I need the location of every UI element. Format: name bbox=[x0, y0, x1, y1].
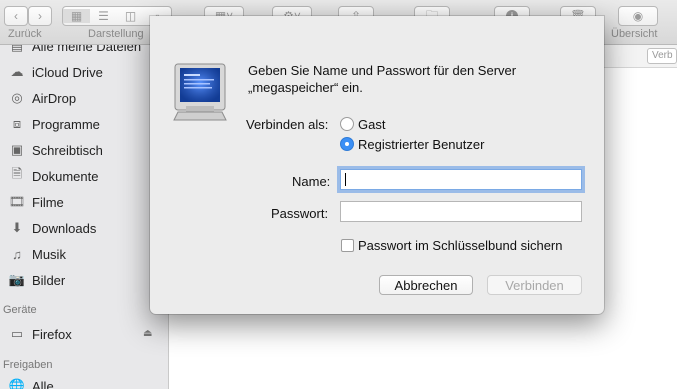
music-icon: ♫ bbox=[12, 246, 22, 262]
message-line-1: Geben Sie Name und Passwort für den Serv… bbox=[248, 63, 517, 78]
list-view-icon[interactable]: ☰ bbox=[90, 9, 117, 23]
devices-header: Geräte bbox=[3, 304, 37, 316]
name-label: Name: bbox=[292, 174, 331, 189]
drive-icon: ▭ bbox=[10, 326, 24, 341]
connect-as-button[interactable]: Verb bbox=[647, 48, 677, 64]
dialog-message: Geben Sie Name und Passwort für den Serv… bbox=[248, 62, 578, 96]
cloud-icon: ☁ bbox=[10, 64, 24, 79]
radio-registered-label[interactable]: Registrierter Benutzer bbox=[358, 137, 484, 152]
sidebar-item-all-files[interactable]: ▤ Alle meine Dateien bbox=[8, 45, 141, 56]
forward-button[interactable]: › bbox=[28, 6, 52, 26]
eye-icon: ◉ bbox=[632, 9, 644, 23]
connect-as-label: Verbinden als: bbox=[246, 117, 329, 132]
sidebar-item-alle[interactable]: 🌐 Alle bbox=[8, 376, 54, 389]
download-icon: ⬇ bbox=[11, 220, 23, 235]
server-monitor-icon bbox=[172, 62, 228, 124]
radio-guest-label[interactable]: Gast bbox=[358, 117, 385, 132]
sidebar-item-programme[interactable]: ⧈ Programme bbox=[8, 114, 100, 134]
sidebar-item-label: AirDrop bbox=[32, 90, 77, 106]
quicklook-button[interactable]: ◉ bbox=[618, 6, 658, 26]
sidebar-item-filme[interactable]: 🎞 Filme bbox=[8, 192, 64, 212]
server-login-dialog: Geben Sie Name und Passwort für den Serv… bbox=[150, 16, 604, 314]
sidebar-item-label: Programme bbox=[32, 116, 100, 132]
text-caret bbox=[345, 173, 346, 186]
sidebar-item-bilder[interactable]: 📷 Bilder bbox=[8, 270, 65, 290]
eject-icon[interactable]: ⏏ bbox=[143, 328, 152, 339]
sidebar-item-downloads[interactable]: ⬇ Downloads bbox=[8, 218, 97, 238]
view-label: Darstellung bbox=[88, 28, 144, 40]
film-icon: 🎞 bbox=[8, 194, 26, 209]
sidebar-item-label: Alle meine Dateien bbox=[32, 45, 142, 54]
back-button[interactable]: ‹ bbox=[4, 6, 28, 26]
sidebar-item-label: Downloads bbox=[32, 220, 97, 236]
sidebar-item-firefox[interactable]: ▭ Firefox bbox=[8, 324, 72, 344]
shares-header: Freigaben bbox=[3, 359, 53, 371]
back-label: Zurück bbox=[8, 28, 42, 40]
icon-view-icon[interactable]: ▦ bbox=[63, 9, 90, 23]
radio-guest[interactable] bbox=[340, 117, 354, 131]
sidebar-item-dokumente[interactable]: 🗎 Dokumente bbox=[8, 166, 99, 186]
radio-registered-user[interactable] bbox=[340, 137, 354, 151]
overview-label: Übersicht bbox=[611, 28, 658, 40]
sidebar-item-label: Dokumente bbox=[32, 168, 99, 184]
applications-icon: ⧈ bbox=[12, 116, 22, 131]
sidebar-item-label: Alle bbox=[32, 378, 54, 389]
connect-button[interactable]: Verbinden bbox=[487, 275, 582, 295]
sidebar-item-musik[interactable]: ♫ Musik bbox=[8, 244, 66, 264]
sidebar-item-label: Musik bbox=[32, 246, 66, 262]
sidebar-item-schreibtisch[interactable]: ▣ Schreibtisch bbox=[8, 140, 103, 160]
sidebar: ▤ Alle meine Dateien ☁ iCloud Drive ◎ Ai… bbox=[0, 45, 169, 389]
sidebar-item-label: iCloud Drive bbox=[32, 64, 103, 80]
airdrop-icon: ◎ bbox=[11, 90, 23, 105]
keychain-label[interactable]: Passwort im Schlüsselbund sichern bbox=[358, 238, 562, 253]
cancel-button[interactable]: Abbrechen bbox=[379, 275, 473, 295]
sidebar-item-label: Bilder bbox=[32, 272, 66, 288]
message-line-2: „megaspeicher“ ein. bbox=[248, 80, 363, 95]
password-field[interactable] bbox=[340, 201, 582, 222]
desktop-icon: ▣ bbox=[10, 142, 24, 157]
password-label: Passwort: bbox=[271, 206, 329, 221]
chevron-left-icon: ‹ bbox=[14, 9, 18, 23]
sidebar-item-airdrop[interactable]: ◎ AirDrop bbox=[8, 88, 76, 108]
document-icon: 🗎 bbox=[11, 166, 23, 181]
keychain-checkbox[interactable] bbox=[341, 239, 354, 252]
column-view-icon[interactable]: ◫ bbox=[117, 9, 144, 23]
name-field[interactable] bbox=[340, 169, 582, 190]
camera-icon: 📷 bbox=[8, 272, 26, 287]
sidebar-item-label: Schreibtisch bbox=[32, 142, 103, 158]
sidebar-item-label: Firefox bbox=[32, 326, 72, 342]
all-files-icon: ▤ bbox=[10, 45, 24, 53]
sidebar-item-icloud[interactable]: ☁ iCloud Drive bbox=[8, 62, 103, 82]
network-icon: 🌐 bbox=[8, 378, 26, 389]
sidebar-item-label: Filme bbox=[32, 194, 64, 210]
chevron-right-icon: › bbox=[38, 9, 42, 23]
